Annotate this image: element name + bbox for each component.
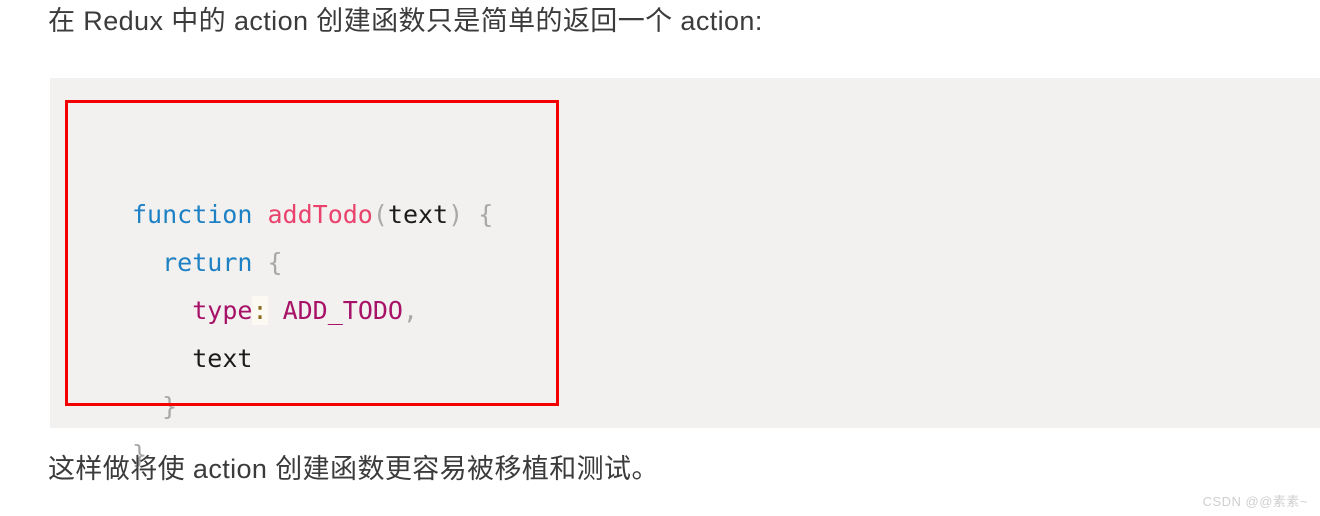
csdn-watermark: CSDN @@素素~	[1202, 494, 1308, 509]
code-token-punct: {	[478, 200, 494, 229]
code-token-param: text	[387, 200, 449, 229]
code-listing: function addTodo(text) { return { type: …	[132, 191, 493, 479]
code-token-punct: }	[162, 392, 178, 421]
code-line: return {	[132, 239, 493, 287]
code-token-property: type	[192, 296, 253, 325]
code-block: function addTodo(text) { return { type: …	[50, 78, 1320, 469]
code-token-plain: text	[192, 344, 253, 373]
code-token-punct: )	[448, 200, 464, 229]
code-token-constant: ADD_TODO	[282, 296, 403, 325]
code-token-keyword: return	[162, 248, 253, 277]
code-token-punct: ,	[402, 296, 419, 325]
code-token-function: addTodo	[267, 200, 373, 229]
outro-paragraph: 这样做将使 action 创建函数更容易被移植和测试。	[48, 454, 659, 484]
code-line: function addTodo(text) {	[132, 191, 493, 239]
code-token-operator: :	[252, 296, 268, 325]
code-line: type: ADD_TODO,	[132, 287, 493, 335]
code-line: text	[132, 335, 493, 383]
code-token-punct: (	[372, 200, 388, 229]
intro-paragraph: 在 Redux 中的 action 创建函数只是简单的返回一个 action:	[48, 6, 763, 36]
code-token-keyword: function	[132, 200, 253, 229]
code-line: }	[132, 383, 493, 431]
code-token-punct: {	[267, 248, 283, 277]
